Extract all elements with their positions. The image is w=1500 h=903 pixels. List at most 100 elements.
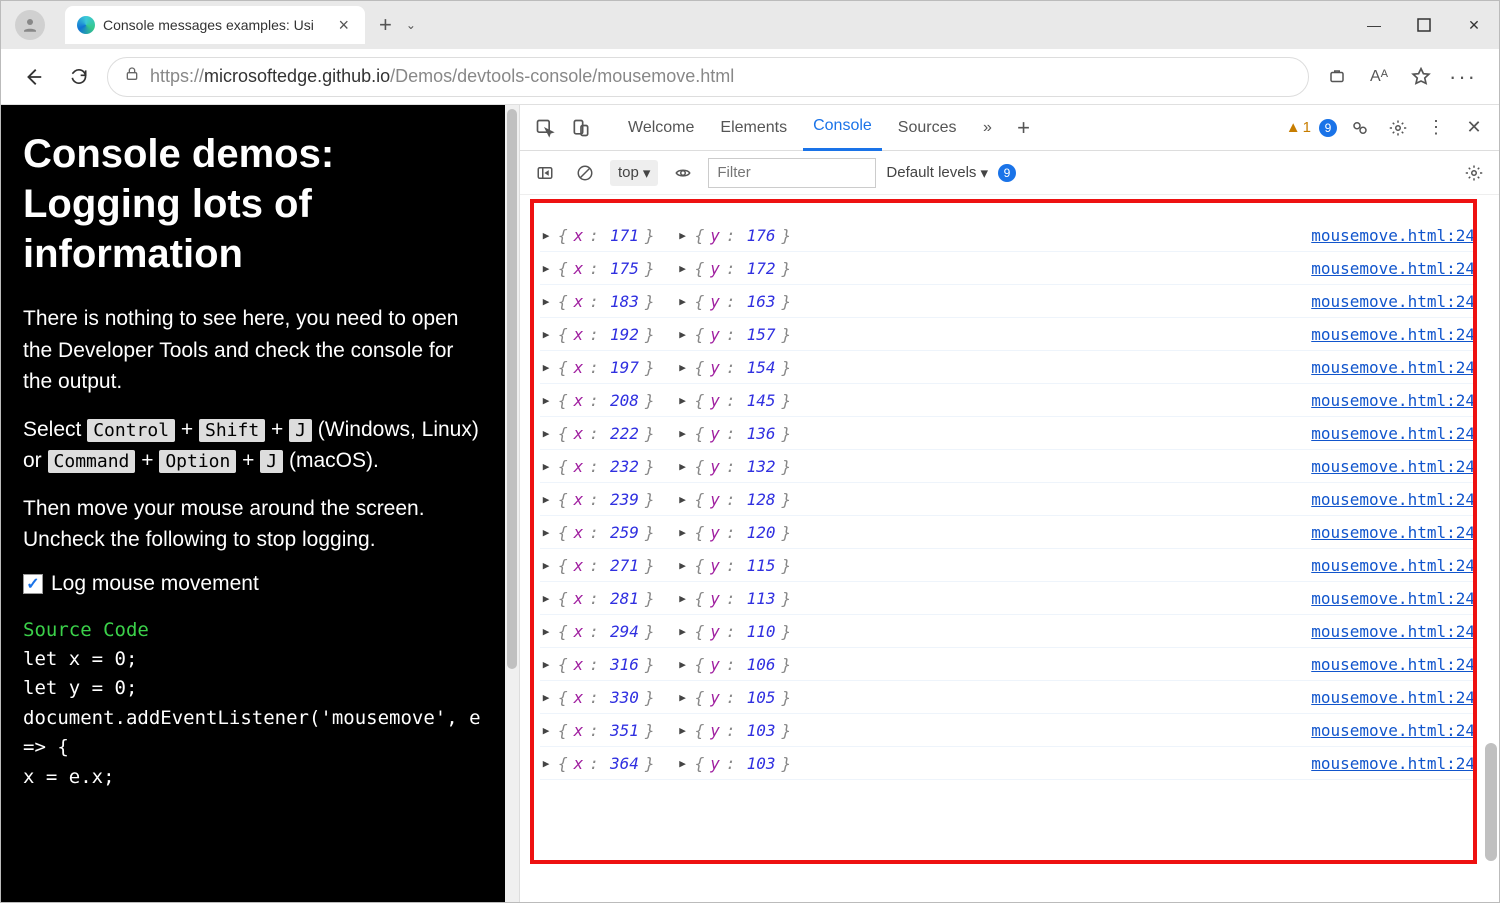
console-log-row[interactable]: ▶{x: 222}▶{y: 136}mousemove.html:24 [540, 417, 1475, 450]
console-log-row[interactable]: ▶{x: 239}▶{y: 128}mousemove.html:24 [540, 483, 1475, 516]
more-tabs-icon[interactable]: » [973, 113, 1003, 143]
source-link[interactable]: mousemove.html:24 [1311, 622, 1475, 641]
console-log-row[interactable]: ▶{x: 259}▶{y: 120}mousemove.html:24 [540, 516, 1475, 549]
inspect-element-icon[interactable] [530, 113, 560, 143]
expand-triangle-icon[interactable]: ▶ [540, 460, 552, 473]
console-log-row[interactable]: ▶{x: 271}▶{y: 115}mousemove.html:24 [540, 549, 1475, 582]
expand-triangle-icon[interactable]: ▶ [677, 592, 689, 605]
console-log-row[interactable]: ▶{x: 364}▶{y: 103}mousemove.html:24 [540, 747, 1475, 780]
toggle-sidebar-icon[interactable] [530, 158, 560, 188]
console-log-row[interactable]: ▶{x: 294}▶{y: 110}mousemove.html:24 [540, 615, 1475, 648]
expand-triangle-icon[interactable]: ▶ [677, 229, 689, 242]
source-link[interactable]: mousemove.html:24 [1311, 523, 1475, 542]
expand-triangle-icon[interactable]: ▶ [677, 559, 689, 572]
console-log-row[interactable]: ▶{x: 197}▶{y: 154}mousemove.html:24 [540, 351, 1475, 384]
minimize-button[interactable]: — [1349, 1, 1399, 49]
tab-console[interactable]: Console [803, 105, 882, 151]
new-tab-button[interactable]: + [365, 12, 406, 38]
read-aloud-icon[interactable]: Aᴬ [1361, 59, 1397, 95]
source-link[interactable]: mousemove.html:24 [1311, 424, 1475, 443]
source-link[interactable]: mousemove.html:24 [1311, 688, 1475, 707]
info-badge[interactable]: 9 [1319, 119, 1337, 137]
tab-sources[interactable]: Sources [888, 105, 967, 151]
expand-triangle-icon[interactable]: ▶ [677, 460, 689, 473]
console-settings-icon[interactable] [1459, 158, 1489, 188]
tab-elements[interactable]: Elements [710, 105, 797, 151]
expand-triangle-icon[interactable]: ▶ [540, 328, 552, 341]
expand-triangle-icon[interactable]: ▶ [677, 262, 689, 275]
expand-triangle-icon[interactable]: ▶ [540, 262, 552, 275]
expand-triangle-icon[interactable]: ▶ [677, 658, 689, 671]
expand-triangle-icon[interactable]: ▶ [677, 394, 689, 407]
address-bar[interactable]: https://microsoftedge.github.io/Demos/de… [107, 57, 1309, 97]
source-link[interactable]: mousemove.html:24 [1311, 457, 1475, 476]
expand-triangle-icon[interactable]: ▶ [540, 526, 552, 539]
more-menu-icon[interactable]: ··· [1445, 59, 1481, 95]
expand-triangle-icon[interactable]: ▶ [540, 493, 552, 506]
page-scrollbar[interactable] [505, 105, 519, 902]
console-log-row[interactable]: ▶{x: 281}▶{y: 113}mousemove.html:24 [540, 582, 1475, 615]
source-link[interactable]: mousemove.html:24 [1311, 325, 1475, 344]
console-log-row[interactable]: ▶{x: 351}▶{y: 103}mousemove.html:24 [540, 714, 1475, 747]
favorite-icon[interactable] [1403, 59, 1439, 95]
page-scroll-thumb[interactable] [507, 109, 517, 669]
issues-icon[interactable] [1345, 113, 1375, 143]
source-link[interactable]: mousemove.html:24 [1311, 721, 1475, 740]
source-link[interactable]: mousemove.html:24 [1311, 226, 1475, 245]
context-selector[interactable]: top ▾ [610, 160, 658, 186]
levels-selector[interactable]: Default levels ▾ [886, 164, 988, 182]
app-shortcut-icon[interactable] [1319, 59, 1355, 95]
expand-triangle-icon[interactable]: ▶ [540, 625, 552, 638]
live-expression-icon[interactable] [668, 158, 698, 188]
tab-welcome[interactable]: Welcome [618, 105, 704, 151]
expand-triangle-icon[interactable]: ▶ [540, 361, 552, 374]
browser-tab[interactable]: Console messages examples: Usi × [65, 6, 365, 44]
console-log-row[interactable]: ▶{x: 183}▶{y: 163}mousemove.html:24 [540, 285, 1475, 318]
settings-icon[interactable] [1383, 113, 1413, 143]
console-log-row[interactable]: ▶{x: 208}▶{y: 145}mousemove.html:24 [540, 384, 1475, 417]
source-link[interactable]: mousemove.html:24 [1311, 391, 1475, 410]
console-log-row[interactable]: ▶{x: 192}▶{y: 157}mousemove.html:24 [540, 318, 1475, 351]
issues-count[interactable]: 9 [998, 164, 1016, 182]
expand-triangle-icon[interactable]: ▶ [540, 592, 552, 605]
expand-triangle-icon[interactable]: ▶ [540, 427, 552, 440]
devtools-scrollbar[interactable] [1485, 195, 1497, 902]
device-toggle-icon[interactable] [566, 113, 596, 143]
expand-triangle-icon[interactable]: ▶ [677, 361, 689, 374]
devtools-scroll-thumb[interactable] [1485, 743, 1497, 861]
expand-triangle-icon[interactable]: ▶ [677, 295, 689, 308]
profile-avatar[interactable] [15, 10, 45, 40]
console-log-row[interactable]: ▶{x: 316}▶{y: 106}mousemove.html:24 [540, 648, 1475, 681]
source-link[interactable]: mousemove.html:24 [1311, 589, 1475, 608]
expand-triangle-icon[interactable]: ▶ [540, 229, 552, 242]
expand-triangle-icon[interactable]: ▶ [677, 691, 689, 704]
close-devtools-icon[interactable]: ✕ [1459, 113, 1489, 143]
expand-triangle-icon[interactable]: ▶ [540, 295, 552, 308]
console-log-row[interactable]: ▶{x: 175}▶{y: 172}mousemove.html:24 [540, 252, 1475, 285]
console-log-row[interactable]: ▶{x: 171}▶{y: 176}mousemove.html:24 [540, 219, 1475, 252]
expand-triangle-icon[interactable]: ▶ [677, 427, 689, 440]
source-link[interactable]: mousemove.html:24 [1311, 490, 1475, 509]
close-tab-button[interactable]: × [334, 15, 353, 36]
source-link[interactable]: mousemove.html:24 [1311, 358, 1475, 377]
source-link[interactable]: mousemove.html:24 [1311, 259, 1475, 278]
log-checkbox[interactable]: ✓ [23, 574, 43, 594]
tab-menu-caret-icon[interactable]: ⌄ [406, 18, 416, 32]
expand-triangle-icon[interactable]: ▶ [540, 691, 552, 704]
expand-triangle-icon[interactable]: ▶ [677, 625, 689, 638]
expand-triangle-icon[interactable]: ▶ [540, 559, 552, 572]
refresh-button[interactable] [61, 59, 97, 95]
console-log-row[interactable]: ▶{x: 232}▶{y: 132}mousemove.html:24 [540, 450, 1475, 483]
expand-triangle-icon[interactable]: ▶ [540, 658, 552, 671]
expand-triangle-icon[interactable]: ▶ [677, 724, 689, 737]
back-button[interactable] [15, 59, 51, 95]
source-link[interactable]: mousemove.html:24 [1311, 754, 1475, 773]
kebab-menu-icon[interactable]: ⋮ [1421, 113, 1451, 143]
console-log-row[interactable]: ▶{x: 330}▶{y: 105}mousemove.html:24 [540, 681, 1475, 714]
maximize-button[interactable] [1399, 1, 1449, 49]
expand-triangle-icon[interactable]: ▶ [677, 757, 689, 770]
expand-triangle-icon[interactable]: ▶ [540, 394, 552, 407]
source-link[interactable]: mousemove.html:24 [1311, 292, 1475, 311]
clear-console-icon[interactable] [570, 158, 600, 188]
close-window-button[interactable]: ✕ [1449, 1, 1499, 49]
